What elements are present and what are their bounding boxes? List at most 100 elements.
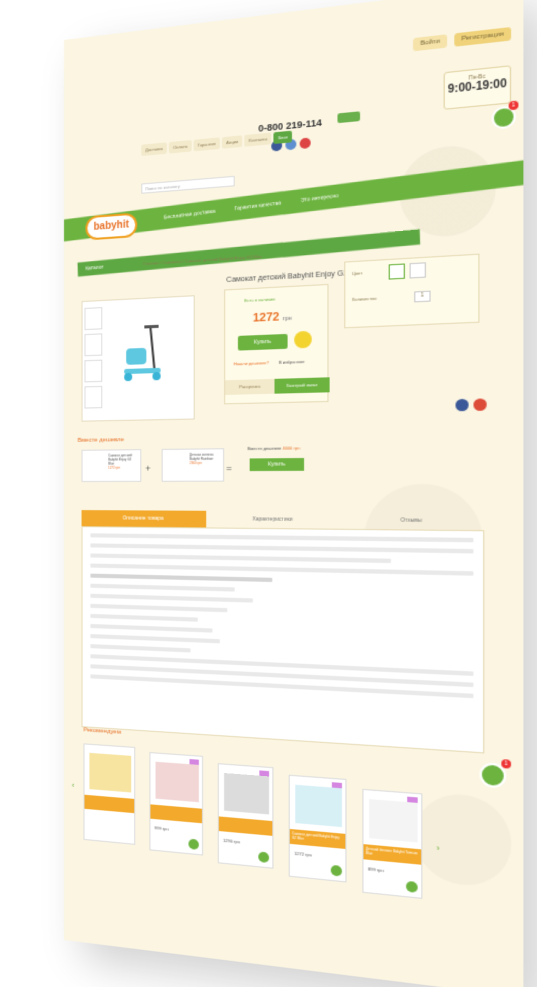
quantity-label: Количество: [352, 295, 377, 303]
list-item: [90, 593, 254, 603]
color-swatch-blue[interactable]: [388, 263, 405, 280]
buy-button[interactable]: Купить: [237, 333, 288, 351]
add-to-cart-icon[interactable]: [406, 880, 418, 893]
register-button[interactable]: Регистрация: [454, 26, 512, 47]
found-cheaper-link[interactable]: Нашли дешевле?: [234, 360, 269, 366]
ribbon-item: Это интересно: [300, 192, 339, 204]
tab-description[interactable]: Описание товара: [81, 510, 207, 528]
quantity-stepper[interactable]: 1: [414, 290, 431, 303]
working-hours: Пн-Вс 9:00-19:00: [443, 65, 512, 110]
nav-contacts[interactable]: Контакты: [244, 132, 272, 147]
list-item: [90, 644, 191, 653]
card-price: 999 грн: [154, 825, 169, 832]
set-item-name: Детская коляска Babyhit Rainbow: [189, 452, 214, 462]
set-item-price: 1272 грн: [108, 465, 121, 470]
installment-tab[interactable]: Рассрочка: [225, 378, 275, 395]
availability-label: Есть в наличии: [244, 296, 276, 304]
list-item: [90, 583, 235, 592]
price-value: 1272: [252, 310, 280, 325]
card-name: [84, 794, 135, 814]
set-item[interactable]: Самокат детский Babyhit Enjoy G2 Blue 12…: [81, 449, 142, 482]
gallery-thumb[interactable]: [84, 333, 103, 357]
add-to-cart-icon[interactable]: [258, 851, 270, 864]
set-total-label: Вместе дешевле: [247, 445, 282, 452]
list-item: [90, 603, 228, 613]
gallery-thumb[interactable]: [84, 385, 103, 409]
product-card[interactable]: [83, 743, 136, 845]
text-line: [90, 553, 391, 564]
card-price: 899 грн: [368, 866, 384, 874]
youtube-icon[interactable]: [299, 137, 311, 150]
quick-order-tab[interactable]: Быстрый заказ: [274, 377, 330, 394]
card-name: [218, 816, 273, 836]
product-card[interactable]: Детский беговел Babyhit Tomson Blue 899 …: [362, 788, 423, 899]
options-box: Цвет Количество 1: [344, 253, 480, 329]
share-buttons: [455, 398, 487, 412]
google-plus-share-icon[interactable]: [473, 398, 487, 411]
text-line: [90, 533, 474, 543]
price-box: Есть в наличии 1272 грн Купить Нашли деш…: [224, 283, 330, 405]
card-price: 1290 грн: [223, 837, 240, 845]
set-total-value: 4000 грн: [282, 445, 301, 451]
tab-specs[interactable]: Характеристики: [207, 511, 341, 529]
card-image: [155, 761, 199, 803]
list-item: [90, 634, 220, 644]
set-item-price: 2900 грн: [189, 460, 202, 466]
product-card[interactable]: 999 грн: [149, 752, 204, 856]
tab-reviews[interactable]: Отзывы: [340, 512, 484, 531]
plus-sign: +: [145, 463, 151, 474]
product-card[interactable]: 1290 грн: [217, 763, 274, 869]
site-logo[interactable]: babyhit: [85, 212, 138, 241]
product-image: [124, 322, 161, 382]
gallery-thumb[interactable]: [84, 307, 103, 331]
description-heading: [90, 573, 273, 583]
list-item: [90, 613, 198, 622]
cart-count-badge: 1: [508, 100, 519, 111]
add-to-cart-icon[interactable]: [330, 864, 342, 877]
add-to-cart-icon[interactable]: [188, 838, 199, 850]
callback-button[interactable]: [337, 111, 361, 124]
nav-sales[interactable]: Акции: [222, 135, 243, 149]
gallery-thumbs: [84, 307, 104, 413]
card-image: [224, 773, 270, 815]
favorite-link[interactable]: В избранное: [279, 359, 305, 365]
card-price: 1272 грн: [294, 850, 312, 858]
set-buy-button[interactable]: Купить: [249, 458, 305, 472]
nav-warranty[interactable]: Гарантия: [193, 137, 220, 152]
card-image: [369, 799, 418, 843]
price-currency: грн: [282, 315, 292, 323]
card-image: [295, 784, 342, 828]
card-image: [89, 752, 132, 793]
text-line: [90, 563, 474, 576]
set-item-name: Самокат детский Babyhit Enjoy G2 Blue: [108, 453, 132, 466]
facebook-share-icon[interactable]: [455, 398, 469, 412]
search-input[interactable]: Поиск по каталогу: [141, 175, 235, 194]
login-button[interactable]: Войти: [413, 34, 448, 52]
nav-payment[interactable]: Оплата: [169, 140, 192, 154]
set-total: Вместе дешевле 4000 грн: [248, 445, 301, 451]
text-line: [90, 674, 474, 699]
gallery-thumb[interactable]: [84, 359, 103, 383]
nav-delivery[interactable]: Доставка: [141, 142, 167, 156]
description-panel: [81, 526, 485, 754]
carousel-prev-icon[interactable]: ‹: [72, 781, 75, 790]
card-name: [150, 804, 203, 824]
product-price: 1272 грн: [252, 310, 292, 325]
page-sheet: Войти Регистрация Пн-Вс 9:00-19:00 0-800…: [64, 0, 524, 987]
text-line: [90, 543, 474, 554]
one-click-icon[interactable]: [294, 330, 312, 349]
card-name: Детский беговел Babyhit Tomson Blue: [363, 844, 422, 865]
ribbon-item: Гарантия качества: [234, 200, 282, 213]
equals-sign: =: [226, 462, 232, 474]
top-nav: Доставка Оплата Гарантия Акции Контакты …: [141, 130, 293, 156]
set-item[interactable]: Детская коляска Babyhit Rainbow 2900 грн: [161, 448, 225, 482]
floating-cart-badge: 1: [501, 759, 512, 769]
color-label: Цвет: [352, 270, 363, 277]
nav-blog[interactable]: Блог: [273, 130, 293, 144]
product-gallery: [81, 295, 195, 422]
product-card[interactable]: Самокат детский Babyhit Enjoy G2 Blue 12…: [288, 774, 347, 883]
list-item: [90, 623, 213, 633]
color-swatch-pink[interactable]: [409, 262, 426, 279]
carousel-next-icon[interactable]: ›: [437, 843, 440, 853]
ribbon-item: Бесплатная доставка: [163, 208, 216, 222]
